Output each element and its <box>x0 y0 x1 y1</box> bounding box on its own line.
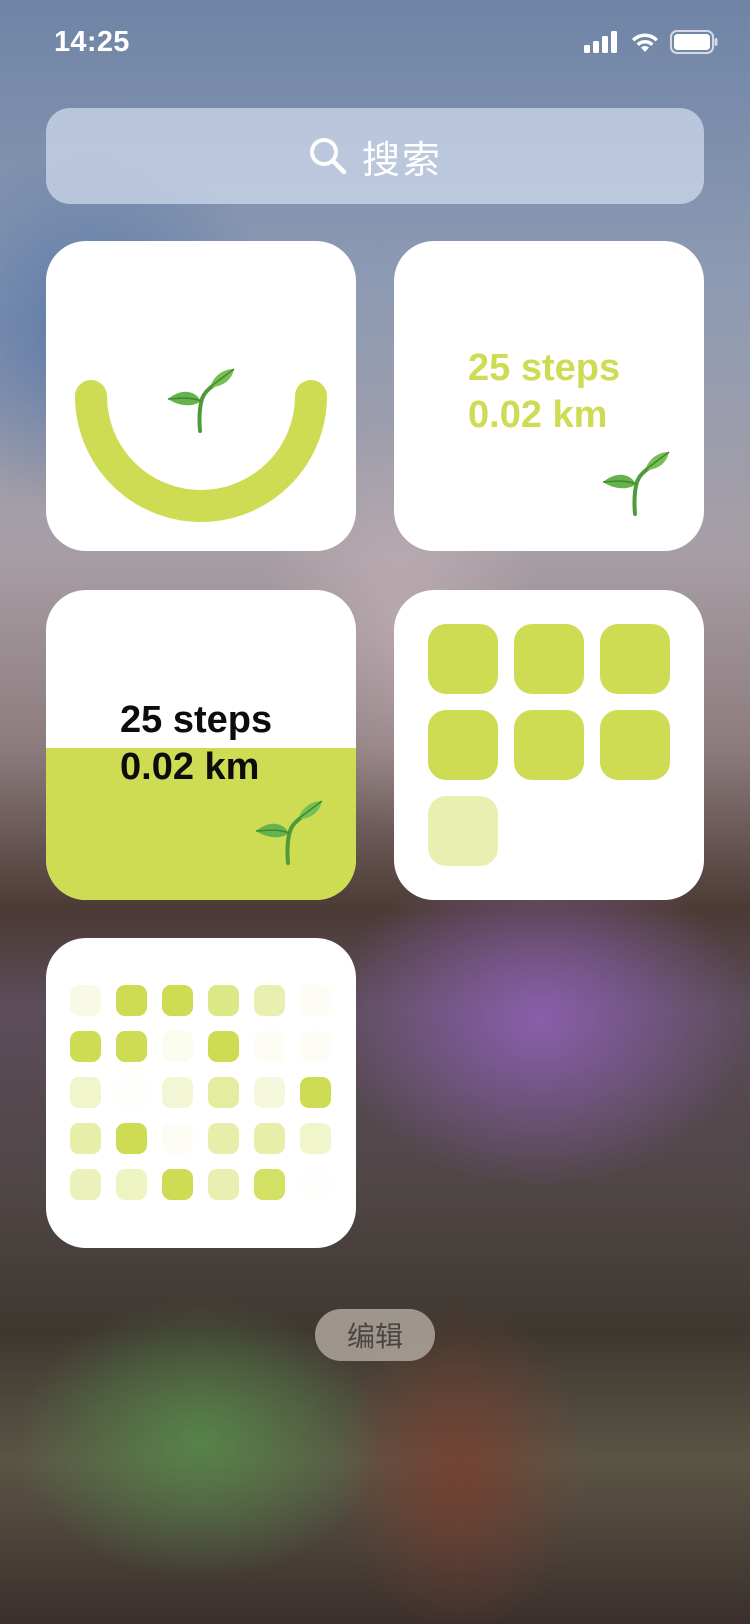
activity-dot-grid-widget[interactable] <box>46 938 356 1248</box>
tile <box>600 624 670 694</box>
activity-dot <box>162 1077 193 1108</box>
steps-text-group: 25 steps 0.02 km <box>468 345 620 439</box>
battery-icon <box>670 30 718 54</box>
steps-widget-light[interactable]: 25 steps 0.02 km <box>394 241 704 551</box>
wifi-icon <box>632 33 658 52</box>
steps-count: 25 steps <box>120 699 273 741</box>
activity-dot <box>254 985 285 1016</box>
progress-arc-widget[interactable] <box>46 241 356 551</box>
activity-dot <box>70 1031 101 1062</box>
sprout-icon <box>602 451 670 516</box>
activity-dot <box>254 1169 285 1200</box>
activity-dot <box>300 1077 331 1108</box>
activity-dot <box>162 1123 193 1154</box>
search-label: 搜索 <box>361 139 442 182</box>
distance-value: 0.02 km <box>120 746 260 788</box>
cellular-signal-icon <box>584 31 617 53</box>
activity-dot <box>116 985 147 1016</box>
tile <box>600 710 670 780</box>
activity-dot <box>254 1123 285 1154</box>
activity-dot <box>162 1169 193 1200</box>
activity-dot <box>70 985 101 1016</box>
sprout-icon <box>255 800 323 865</box>
tile-grid-widget[interactable] <box>394 590 704 900</box>
activity-dot <box>162 985 193 1016</box>
distance-value: 0.02 km <box>468 394 608 436</box>
activity-dot <box>208 1031 239 1062</box>
activity-dot <box>162 1031 193 1062</box>
tile <box>514 710 584 780</box>
activity-dot <box>300 985 331 1016</box>
activity-dot <box>116 1169 147 1200</box>
activity-dot <box>254 1031 285 1062</box>
tile <box>428 710 498 780</box>
status-icons <box>584 30 718 54</box>
tile <box>428 624 498 694</box>
activity-dot <box>208 1077 239 1108</box>
activity-dot <box>300 1169 331 1200</box>
activity-dot <box>116 1123 147 1154</box>
tile <box>514 624 584 694</box>
tile <box>428 796 498 866</box>
steps-widget-filled[interactable]: 25 steps 0.02 km <box>46 590 356 900</box>
activity-dot <box>208 1123 239 1154</box>
activity-dot <box>254 1077 285 1108</box>
steps-count: 25 steps <box>468 347 621 389</box>
activity-dot <box>116 1077 147 1108</box>
steps-text-group: 25 steps 0.02 km <box>120 697 272 791</box>
search-bar[interactable]: 搜索 <box>46 108 704 204</box>
sprout-icon <box>167 368 235 433</box>
search-icon <box>309 138 347 175</box>
activity-dot <box>70 1169 101 1200</box>
edit-button[interactable]: 编辑 <box>315 1309 435 1361</box>
activity-dot <box>208 1169 239 1200</box>
status-time: 14:25 <box>54 26 130 58</box>
activity-dot <box>70 1123 101 1154</box>
activity-dot <box>300 1123 331 1154</box>
activity-dot <box>70 1077 101 1108</box>
activity-dot <box>208 985 239 1016</box>
activity-dot <box>116 1031 147 1062</box>
activity-dot <box>300 1031 331 1062</box>
